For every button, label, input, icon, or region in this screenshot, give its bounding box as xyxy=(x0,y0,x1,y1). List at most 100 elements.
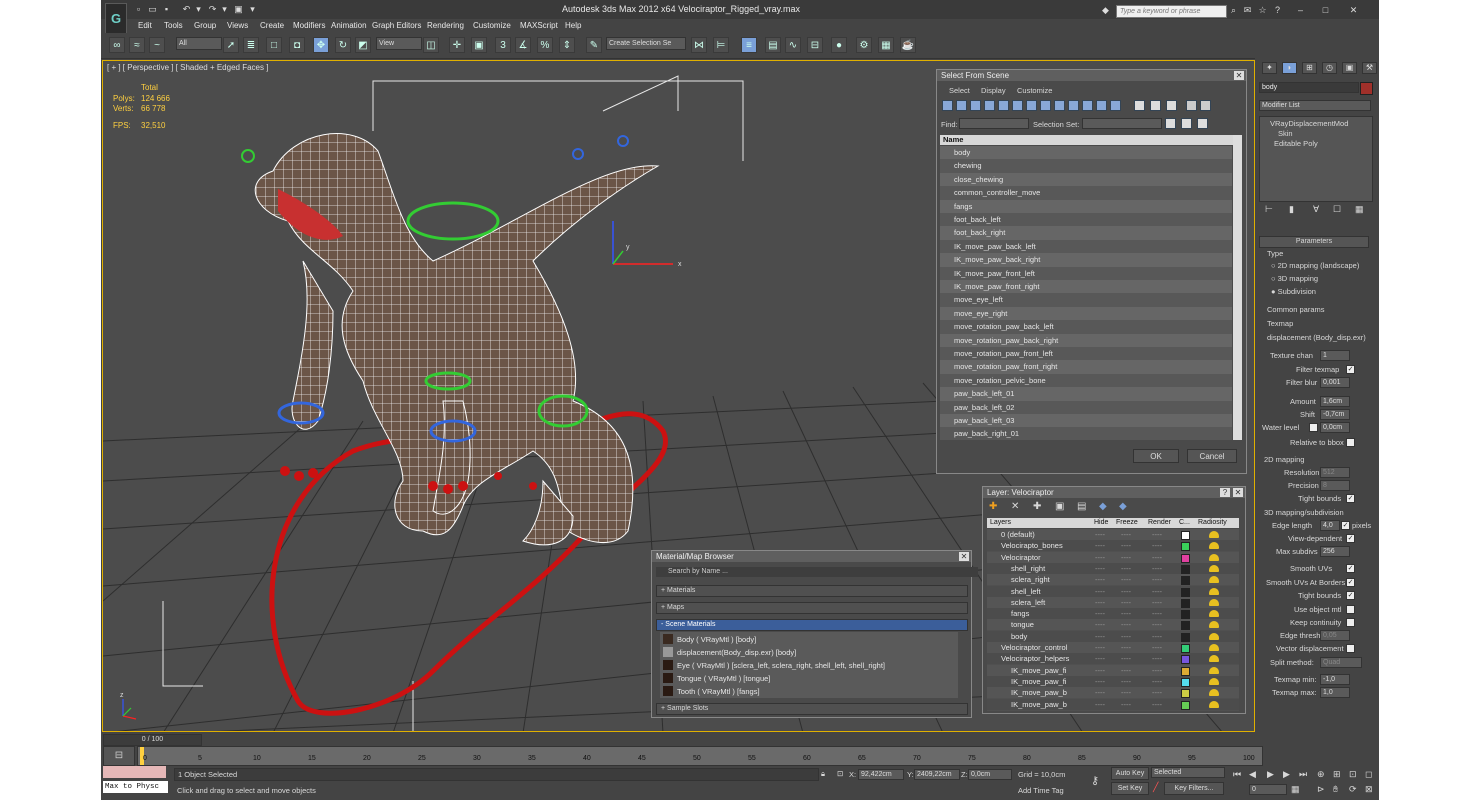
radiosity-teapot-icon[interactable] xyxy=(1209,677,1219,685)
layer-hide-toggle[interactable]: ---- xyxy=(1095,608,1105,619)
radiosity-teapot-icon[interactable] xyxy=(1209,689,1219,697)
layer-freeze-toggle[interactable]: ---- xyxy=(1121,574,1131,585)
object-row[interactable]: close_chewing xyxy=(940,172,1232,187)
subscription-icon[interactable]: ✉ xyxy=(1242,5,1253,16)
texture-chan-spinner[interactable]: 1 xyxy=(1320,350,1350,361)
object-row[interactable]: foot_back_left xyxy=(940,213,1232,227)
layer-color-swatch[interactable] xyxy=(1181,576,1190,586)
layer-row[interactable]: fangs ---- ---- ---- xyxy=(987,608,1239,620)
layer-render-toggle[interactable]: ---- xyxy=(1152,619,1162,630)
material-row[interactable]: Tongue ( VRayMtl ) [tongue] xyxy=(660,672,958,685)
next-frame-icon[interactable]: ▶ xyxy=(1283,769,1290,780)
previous-frame-icon[interactable]: ◀ xyxy=(1249,769,1256,780)
layer-color-swatch[interactable] xyxy=(1181,531,1190,540)
type-subdivision-radio[interactable]: ● Subdivision xyxy=(1271,287,1316,296)
layer-render-toggle[interactable]: ---- xyxy=(1152,699,1162,710)
layer-color-swatch[interactable] xyxy=(1181,542,1190,552)
create-layer-icon[interactable]: ✚ xyxy=(989,501,997,512)
radiosity-teapot-icon[interactable] xyxy=(1209,542,1219,550)
spinner-snap-icon[interactable]: ⇕ xyxy=(559,37,575,53)
tight-bounds-2d-checkbox[interactable]: ✓ xyxy=(1346,494,1355,503)
show-end-result-icon[interactable]: ▮ xyxy=(1289,204,1294,215)
material-row[interactable]: Body ( VRayMtl ) [body] xyxy=(660,633,958,646)
favorites-icon[interactable]: ☆ xyxy=(1257,5,1268,16)
stack-item-skin[interactable]: Skin xyxy=(1278,129,1293,138)
add-time-tag[interactable]: Add Time Tag xyxy=(1018,786,1064,795)
amount-spinner[interactable]: 1,6cm xyxy=(1320,396,1350,407)
object-name-field[interactable]: body xyxy=(1259,82,1359,93)
layer-color-swatch[interactable] xyxy=(1181,655,1190,665)
layer-manager-icon[interactable]: ≡ xyxy=(741,37,757,53)
key-filters-button[interactable]: Key Filters... xyxy=(1164,782,1224,795)
bind-space-warp-icon[interactable]: ~ xyxy=(149,37,165,53)
filter-toggle-icon[interactable] xyxy=(1186,100,1197,111)
undo-icon[interactable]: ↶ xyxy=(181,4,192,15)
filter-texmap-checkbox[interactable]: ✓ xyxy=(1346,365,1355,374)
mini-curve-editor-icon[interactable]: ⊟ xyxy=(103,746,135,766)
filter-shapes-icon[interactable] xyxy=(956,100,967,111)
layer-hide-toggle[interactable]: ---- xyxy=(1095,653,1105,664)
filter-geometry-icon[interactable] xyxy=(942,100,953,111)
snaps-toggle-icon[interactable]: 3 xyxy=(495,37,511,53)
object-row[interactable]: IK_move_paw_front_left xyxy=(940,266,1232,280)
object-row[interactable]: chewing xyxy=(940,159,1232,173)
redo-icon[interactable]: ↷ xyxy=(207,4,218,15)
layer-row[interactable]: shell_left ---- ---- ---- xyxy=(987,585,1239,597)
x-coord-field[interactable]: 92,422cm xyxy=(858,769,904,780)
radiosity-teapot-icon[interactable] xyxy=(1209,655,1219,663)
radiosity-teapot-icon[interactable] xyxy=(1209,598,1219,606)
layer-row[interactable]: 0 (default) ---- ---- ---- xyxy=(987,529,1239,540)
layer-color-swatch[interactable] xyxy=(1181,587,1190,597)
viewport-label[interactable]: [ + ] [ Perspective ] [ Shaded + Edged F… xyxy=(107,63,268,72)
layer-color-swatch[interactable] xyxy=(1181,553,1190,563)
filter-cameras-icon[interactable] xyxy=(984,100,995,111)
layer-freeze-toggle[interactable]: ---- xyxy=(1121,687,1131,698)
pivot-center-icon[interactable]: ◫ xyxy=(423,37,439,53)
layer-hide-toggle[interactable]: ---- xyxy=(1095,540,1105,551)
layer-color-swatch[interactable] xyxy=(1181,689,1190,699)
menu-create[interactable]: Create xyxy=(260,21,284,30)
layer-render-toggle[interactable]: ---- xyxy=(1152,574,1162,585)
layer-hide-toggle[interactable]: ---- xyxy=(1095,676,1105,687)
link-icon[interactable]: ∞ xyxy=(109,37,125,53)
layer-freeze-toggle[interactable]: ---- xyxy=(1121,665,1131,676)
script-listener-input[interactable]: Max to Physc xyxy=(103,781,168,793)
search-input[interactable]: Type a keyword or phrase xyxy=(1116,5,1227,18)
highlight-layer-icon[interactable]: ▤ xyxy=(1077,501,1086,512)
material-editor-icon[interactable]: ● xyxy=(831,37,847,53)
play-icon[interactable]: ▶ xyxy=(1267,769,1274,780)
layer-row[interactable]: Velociraptor_control ---- ---- ---- xyxy=(987,642,1239,653)
layer-render-toggle[interactable]: ---- xyxy=(1152,597,1162,608)
menu-customize[interactable]: Customize xyxy=(473,21,511,30)
window-crossing-icon[interactable]: ◘ xyxy=(289,37,305,53)
curve-editor-icon[interactable]: ∿ xyxy=(785,37,801,53)
radiosity-teapot-icon[interactable] xyxy=(1209,632,1219,640)
layer-render-toggle[interactable]: ---- xyxy=(1152,552,1162,563)
zoom-extents-icon[interactable]: ⊡ xyxy=(1349,769,1357,780)
render-production-icon[interactable]: ☕ xyxy=(900,37,916,53)
create-tab-icon[interactable]: ✦ xyxy=(1262,62,1277,74)
search-dropdown-icon[interactable]: ◆ xyxy=(1100,5,1111,16)
parameters-rollout[interactable]: Parameters xyxy=(1259,236,1369,248)
graphite-ribbon-icon[interactable]: ▤ xyxy=(765,37,781,53)
modify-tab-icon[interactable]: ◗ xyxy=(1282,62,1297,74)
layer-render-toggle[interactable]: ---- xyxy=(1152,586,1162,597)
minimize-icon[interactable]: – xyxy=(1295,5,1306,16)
orbit-icon[interactable]: ⟳ xyxy=(1349,784,1357,795)
menu-tools[interactable]: Tools xyxy=(164,21,183,30)
select-menu-display[interactable]: Display xyxy=(981,86,1006,95)
texmap-max-spinner[interactable]: 1,0 xyxy=(1320,687,1350,698)
column-freeze[interactable]: Freeze xyxy=(1116,518,1138,528)
menu-edit[interactable]: Edit xyxy=(138,21,152,30)
keep-continuity-checkbox[interactable] xyxy=(1346,618,1355,627)
layer-freeze-toggle[interactable]: ---- xyxy=(1121,586,1131,597)
z-coord-field[interactable]: 0,0cm xyxy=(968,769,1012,780)
split-method-dropdown[interactable]: Quad xyxy=(1320,657,1362,668)
column-render[interactable]: Render xyxy=(1148,518,1171,528)
max-subdivs-spinner[interactable]: 256 xyxy=(1320,546,1350,557)
track-bar[interactable]: 0 5 10 15 20 25 30 35 40 45 50 55 60 65 70 75 80 85 90 95 10… xyxy=(137,746,1263,766)
layer-row[interactable]: tongue ---- ---- ---- xyxy=(987,619,1239,631)
filter-bones-icon[interactable] xyxy=(1054,100,1065,111)
select-dialog-close-icon[interactable]: ✕ xyxy=(1234,71,1244,80)
layer-row[interactable]: IK_move_paw_fi ---- ---- ---- xyxy=(987,664,1239,676)
